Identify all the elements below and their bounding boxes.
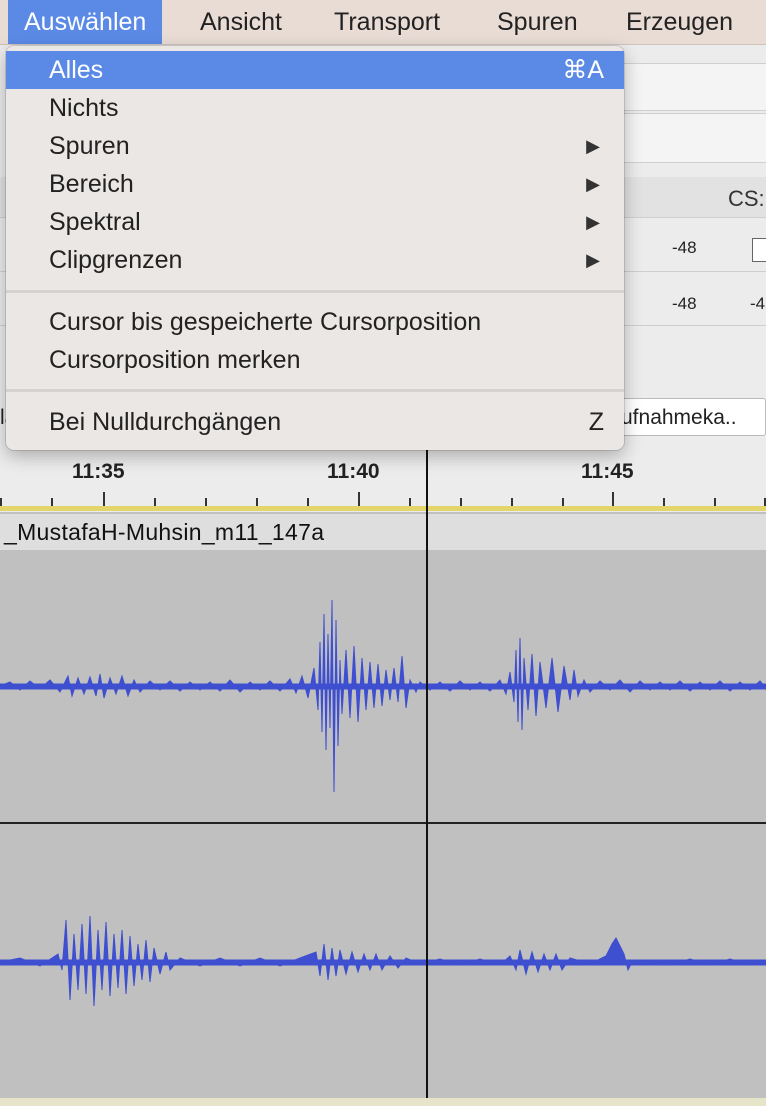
ruler-tick <box>103 492 105 506</box>
ruler-tick <box>511 498 513 506</box>
menu-spuren[interactable]: Spuren <box>481 0 594 44</box>
menu-item-alles[interactable]: Alles ⌘A <box>6 51 624 89</box>
menu-separator <box>6 290 624 293</box>
meter-tick: -4 <box>750 294 766 313</box>
ruler-tick <box>612 492 614 506</box>
playback-cursor <box>426 450 428 1098</box>
ruler-tick <box>51 498 53 506</box>
ruler-label: 11:40 <box>327 460 380 483</box>
ruler-tick <box>358 492 360 506</box>
menu-separator <box>6 389 624 392</box>
ruler-tick <box>714 498 716 506</box>
ruler-tick <box>663 498 665 506</box>
play-region-bar[interactable] <box>0 506 766 511</box>
menu-item-spektral[interactable]: Spektral ▶ <box>6 203 624 241</box>
menu-item-label: Spektral <box>49 208 141 236</box>
submenu-arrow-icon: ▶ <box>586 212 600 232</box>
waveform-channel-2 <box>0 915 766 1007</box>
clip-title[interactable]: _MustafaH-Muhsin_m11_147a <box>0 514 766 550</box>
waveform <box>0 599 766 1007</box>
menu-item-label: Bei Nulldurchgängen <box>49 408 282 436</box>
ruler-tick <box>562 498 564 506</box>
meter-box <box>752 238 766 262</box>
menu-item-label: Nichts <box>49 94 119 122</box>
menu-item-label: Alles <box>49 56 104 84</box>
submenu-arrow-icon: ▶ <box>586 136 600 156</box>
ruler-tick <box>307 498 309 506</box>
menu-item-nichts[interactable]: Nichts <box>6 89 624 127</box>
menu-item-cursor-to-saved[interactable]: Cursor bis gespeicherte Cursorposition <box>6 303 624 341</box>
menu-item-label: Cursor bis gespeicherte Cursorposition <box>49 308 482 336</box>
timeline-ruler[interactable]: 11:35 11:40 11:45 <box>0 450 766 509</box>
ruler-tick <box>154 498 156 506</box>
ruler-tick <box>460 498 462 506</box>
waveform-channel-1 <box>0 599 766 793</box>
menu-auswaehlen[interactable]: Auswählen <box>8 0 163 44</box>
menu-item-clipgrenzen[interactable]: Clipgrenzen ▶ <box>6 241 624 279</box>
meter-tick: -48 <box>672 238 697 257</box>
ruler-label: 11:35 <box>72 460 125 483</box>
meter-tick: -48 <box>672 294 697 313</box>
ruler-tick <box>205 498 207 506</box>
menu-item-label: Spuren <box>49 132 130 160</box>
toolbar-panel <box>600 113 766 163</box>
select-menu-dropdown: Alles ⌘A Nichts Spuren ▶ Bereich ▶ Spekt… <box>6 46 624 450</box>
menu-item-spuren[interactable]: Spuren ▶ <box>6 127 624 165</box>
menu-item-zero-crossings[interactable]: Bei Nulldurchgängen Z <box>6 403 624 441</box>
recording-device-select[interactable]: ufnahmeka.. <box>614 398 766 436</box>
toolbar-panel <box>600 63 766 111</box>
menu-item-label: Cursorposition merken <box>49 346 301 374</box>
menu-ansicht[interactable]: Ansicht <box>184 0 298 44</box>
menu-item-shortcut: Z <box>588 408 604 436</box>
ruler-label: 11:45 <box>581 460 634 483</box>
menu-item-bereich[interactable]: Bereich ▶ <box>6 165 624 203</box>
cs-label: CS: <box>728 186 765 211</box>
ruler-tick <box>256 498 258 506</box>
track-bottom-strip <box>0 1098 766 1106</box>
menu-item-label: Bereich <box>49 170 134 198</box>
menu-item-label: Clipgrenzen <box>49 246 183 274</box>
menu-bar: Auswählen Ansicht Transport Spuren Erzeu… <box>0 0 766 45</box>
ruler-tick <box>409 498 411 506</box>
menu-transport[interactable]: Transport <box>318 0 456 44</box>
submenu-arrow-icon: ▶ <box>586 250 600 270</box>
menu-item-save-cursor[interactable]: Cursorposition merken <box>6 341 624 379</box>
submenu-arrow-icon: ▶ <box>586 174 600 194</box>
ruler-tick <box>0 498 2 506</box>
menu-item-shortcut: ⌘A <box>562 56 604 84</box>
menu-erzeugen[interactable]: Erzeugen <box>610 0 749 44</box>
channel-divider <box>0 822 766 824</box>
